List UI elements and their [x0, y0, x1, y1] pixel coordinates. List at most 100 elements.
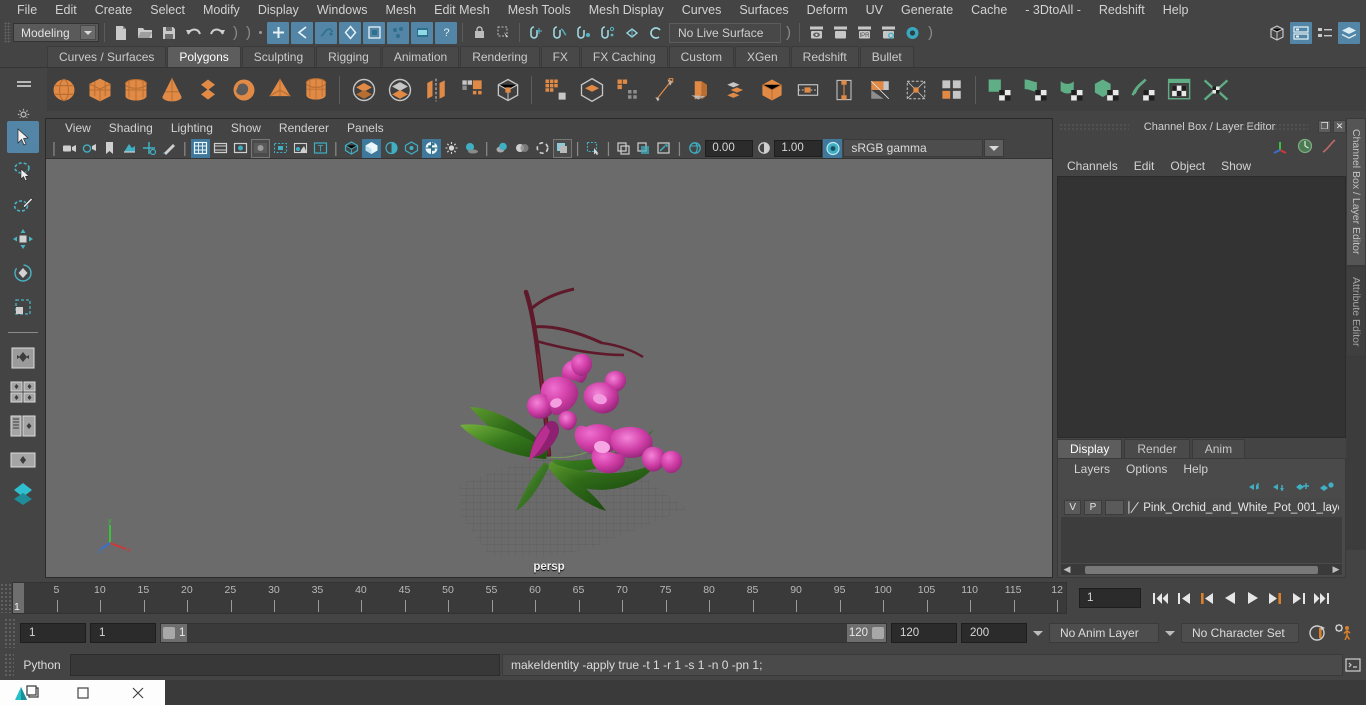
select-camera-icon[interactable]: [60, 139, 79, 158]
menu-item-edit-mesh[interactable]: Edit Mesh: [425, 0, 499, 20]
grid-icon[interactable]: [190, 138, 210, 158]
hypershade-icon[interactable]: [901, 22, 923, 44]
wireframe-icon[interactable]: [342, 139, 361, 158]
save-scene-icon[interactable]: [158, 22, 180, 44]
render-current-frame-icon[interactable]: [805, 22, 827, 44]
auto-keyframe-toggle-icon[interactable]: [1307, 623, 1329, 643]
uv-cylindrical-icon[interactable]: [1055, 73, 1088, 107]
film-gate-icon[interactable]: [211, 139, 230, 158]
flat-shade-icon[interactable]: [382, 139, 401, 158]
vertical-tab-attribute-editor[interactable]: Attribute Editor: [1346, 265, 1366, 357]
poly-cone-icon[interactable]: [155, 73, 188, 107]
poly-prism-icon[interactable]: [299, 73, 332, 107]
status-line-grip[interactable]: [4, 22, 11, 43]
move-tool-icon[interactable]: [7, 223, 39, 255]
gate-mask-icon[interactable]: [250, 138, 270, 158]
scroll-left-icon[interactable]: ◀: [1061, 564, 1073, 575]
poke-icon[interactable]: [863, 73, 896, 107]
shelf-tab-fx-caching[interactable]: FX Caching: [580, 46, 668, 67]
menu-item-windows[interactable]: Windows: [308, 0, 377, 20]
scrollbar-thumb[interactable]: [1085, 565, 1318, 574]
snap-to-point-icon[interactable]: [573, 22, 595, 44]
step-forward-key-icon[interactable]: [1266, 588, 1285, 608]
bookmark-icon[interactable]: [100, 139, 119, 158]
time-slider-grip[interactable]: [0, 583, 12, 613]
range-end-time-field[interactable]: 120: [891, 623, 957, 643]
layer-menu-help[interactable]: Help: [1175, 462, 1216, 476]
select-nurbs-icon[interactable]: [363, 21, 385, 44]
depth-of-field-icon[interactable]: [552, 138, 572, 158]
poly-cube-icon[interactable]: [83, 73, 116, 107]
color-space-field[interactable]: sRGB gamma: [843, 139, 984, 157]
image-plane-icon[interactable]: [120, 139, 139, 158]
show-hide-modeling-toolkit-icon[interactable]: [1266, 22, 1288, 44]
create-new-layer-icon[interactable]: [1295, 481, 1311, 493]
menu-item-surfaces[interactable]: Surfaces: [730, 0, 797, 20]
shelf-tab-sculpting[interactable]: Sculpting: [241, 46, 316, 67]
uv-cut-icon[interactable]: [1199, 73, 1232, 107]
poly-cylinder-icon[interactable]: [119, 73, 152, 107]
viewport-menu-lighting[interactable]: Lighting: [162, 119, 222, 138]
menu-item-edit[interactable]: Edit: [46, 0, 86, 20]
four-view-layout-icon[interactable]: [7, 376, 39, 408]
maya-app-icon[interactable]: [0, 680, 55, 705]
select-by-hierarchy-icon[interactable]: [267, 21, 289, 44]
select-by-component-type-icon[interactable]: [315, 21, 337, 44]
film-origin-icon[interactable]: [271, 139, 290, 158]
menu-item-redshift[interactable]: Redshift: [1090, 0, 1154, 20]
channel-box-list[interactable]: [1057, 176, 1346, 438]
anim-layer-selector[interactable]: No Anim Layer: [1049, 623, 1159, 643]
command-input[interactable]: [70, 654, 500, 676]
command-line-grip[interactable]: [4, 653, 14, 677]
menu-item-curves[interactable]: Curves: [673, 0, 731, 20]
xray-joints-icon[interactable]: [634, 139, 653, 158]
grease-pencil-icon[interactable]: [160, 139, 179, 158]
open-scene-icon[interactable]: [134, 22, 156, 44]
mirror-geometry-icon[interactable]: [455, 73, 488, 107]
smooth-icon[interactable]: [539, 73, 572, 107]
exposure-icon[interactable]: [685, 139, 704, 158]
snap-to-curve-icon[interactable]: [549, 22, 571, 44]
layer-menu-layers[interactable]: Layers: [1066, 462, 1118, 476]
gamma-value-field[interactable]: 1.00: [774, 139, 823, 157]
menu-item-file[interactable]: File: [8, 0, 46, 20]
multi-cut-icon[interactable]: [611, 73, 644, 107]
animation-end-time-field[interactable]: 200: [961, 623, 1027, 643]
exposure-value-field[interactable]: 0.00: [705, 139, 754, 157]
channel-box-menu-show[interactable]: Show: [1213, 159, 1259, 173]
layer-playback-toggle[interactable]: P: [1084, 500, 1102, 515]
ipr-render-icon[interactable]: IPR: [853, 22, 875, 44]
select-deformer-icon[interactable]: [411, 21, 433, 44]
menu-item-display[interactable]: Display: [249, 0, 308, 20]
shelf-tab-fx[interactable]: FX: [540, 46, 580, 67]
shelf-tab-redshift[interactable]: Redshift: [790, 46, 859, 67]
script-editor-icon[interactable]: [1345, 657, 1361, 673]
uv-layout-icon[interactable]: [1163, 73, 1196, 107]
xray-active-components-icon[interactable]: [654, 139, 673, 158]
paint-select-tool-icon[interactable]: [7, 189, 39, 221]
smooth-shade-icon[interactable]: [361, 138, 381, 158]
camera-attributes-icon[interactable]: [80, 139, 99, 158]
close-icon[interactable]: [110, 680, 165, 705]
menu-item-select[interactable]: Select: [141, 0, 194, 20]
character-set-selector[interactable]: No Character Set: [1181, 623, 1299, 643]
menu-item-mesh[interactable]: Mesh: [377, 0, 426, 20]
range-slider-grip[interactable]: [4, 618, 16, 648]
menu-item-uv[interactable]: UV: [857, 0, 892, 20]
menu-item-generate[interactable]: Generate: [892, 0, 962, 20]
motion-blur-icon[interactable]: [513, 139, 532, 158]
sculpt-geometry-icon[interactable]: [575, 73, 608, 107]
move-layer-up-icon[interactable]: [1247, 481, 1263, 493]
menu-item-mesh-tools[interactable]: Mesh Tools: [499, 0, 580, 20]
two-d-pan-zoom-icon[interactable]: [140, 139, 159, 158]
multisample-icon[interactable]: [533, 139, 552, 158]
uv-unfold-icon[interactable]: [1127, 73, 1160, 107]
select-poly-icon[interactable]: [387, 21, 409, 44]
combine-icon[interactable]: [347, 73, 380, 107]
menu-item-modify[interactable]: Modify: [194, 0, 249, 20]
layer-menu-options[interactable]: Options: [1118, 462, 1175, 476]
make-live-icon[interactable]: [645, 22, 667, 44]
range-end-handle[interactable]: 120: [846, 624, 886, 642]
bridge-icon[interactable]: [755, 73, 788, 107]
speed-icon[interactable]: [1296, 137, 1314, 155]
